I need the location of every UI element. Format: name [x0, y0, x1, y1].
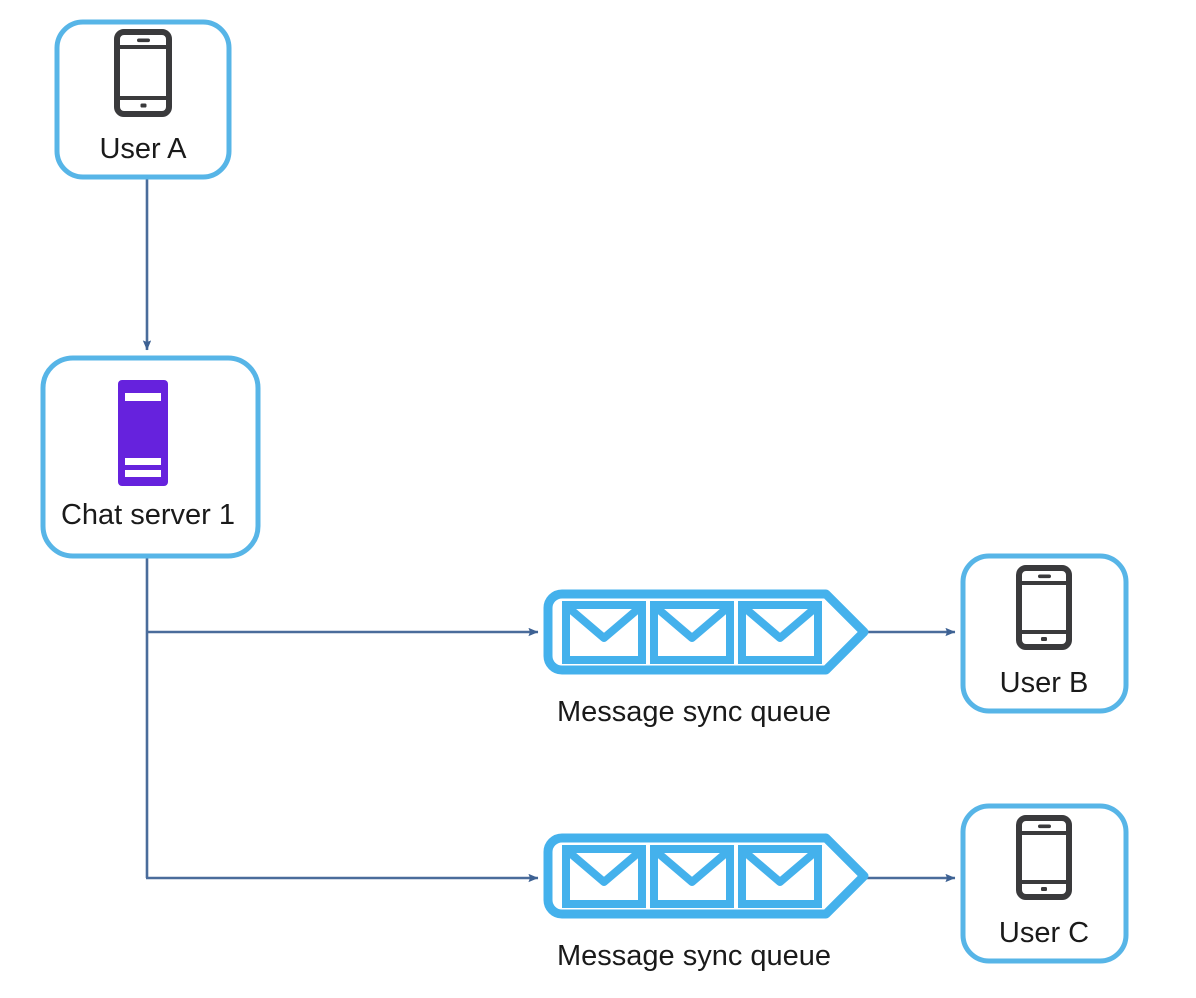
queue-c[interactable]: Message sync queue	[543, 833, 869, 972]
node-user-a-label: User A	[99, 133, 187, 165]
queue-c-label: Message sync queue	[557, 940, 831, 972]
server-icon	[118, 380, 168, 486]
queue-c-envelope-3	[738, 845, 822, 908]
node-chat-server-1[interactable]: Chat server 1	[40, 355, 261, 559]
node-user-c[interactable]: User C	[960, 803, 1129, 964]
node-chat-server-1-label: Chat server 1	[61, 499, 235, 531]
diagram-canvas: User A Chat server 1 Message sync queue …	[0, 0, 1196, 998]
node-user-b-label: User B	[1000, 667, 1089, 699]
queue-b-envelope-3	[738, 601, 822, 664]
diagram-svg: User A Chat server 1 Message sync queue …	[40, 19, 1129, 972]
connector-chat-server-to-queues	[145, 556, 539, 883]
queue-b-envelope-1	[562, 601, 646, 664]
queue-c-envelope-2	[650, 845, 734, 908]
node-user-a[interactable]: User A	[54, 19, 232, 180]
queue-c-envelope-1	[562, 845, 646, 908]
queue-b[interactable]: Message sync queue	[543, 589, 869, 728]
queue-b-envelope-2	[650, 601, 734, 664]
node-user-c-label: User C	[999, 917, 1089, 949]
node-user-b[interactable]: User B	[960, 553, 1129, 714]
queue-b-label: Message sync queue	[557, 696, 831, 728]
